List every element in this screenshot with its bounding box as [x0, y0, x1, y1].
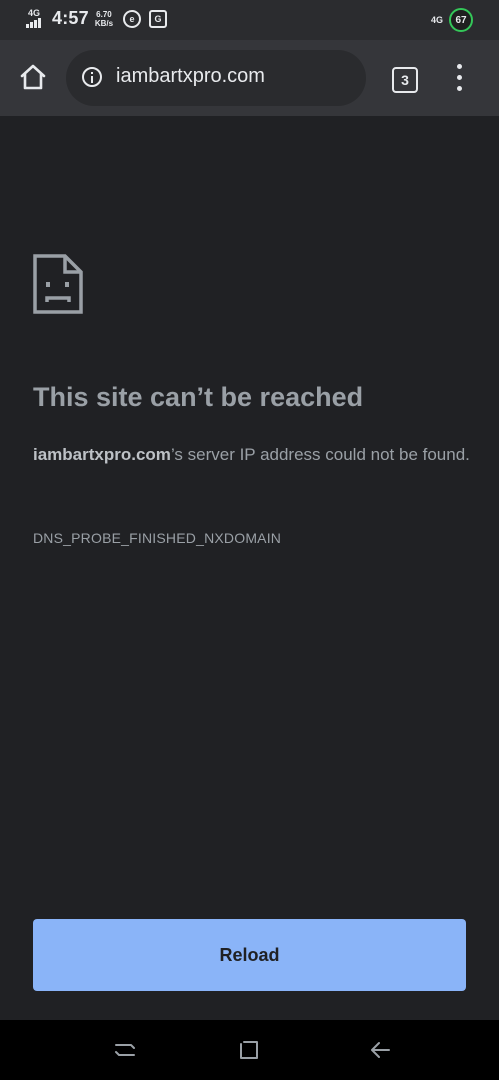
error-title: This site can’t be reached — [33, 382, 364, 412]
error-code[interactable]: DNS_PROBE_FINISHED_NXDOMAIN — [33, 530, 281, 546]
network-speed: 6.70 KB/s — [95, 10, 113, 28]
navigation-bar — [0, 1020, 499, 1080]
notification-e-icon: e — [123, 9, 142, 28]
tab-switcher-button[interactable]: 3 — [392, 67, 418, 93]
speed-unit: KB/s — [94, 18, 114, 28]
status-left: 4G 4:57 6.70 KB/s e G — [26, 7, 168, 29]
home-nav-button[interactable] — [237, 1038, 261, 1062]
error-message: iambartxpro.com’s server IP address coul… — [33, 438, 473, 472]
info-icon[interactable] — [82, 67, 102, 87]
signal-icon: 4G — [26, 7, 46, 29]
network-type-right: 4G — [430, 14, 443, 25]
home-icon — [20, 64, 46, 90]
home-button[interactable] — [18, 62, 48, 92]
network-type-left: 4G — [28, 7, 41, 18]
omnibox[interactable]: iambartxpro.com — [66, 50, 366, 106]
back-arrow-icon — [371, 1042, 390, 1058]
recents-button[interactable] — [113, 1038, 137, 1062]
error-host: iambartxpro.com — [33, 445, 171, 464]
notification-translate-icon: G — [149, 9, 168, 28]
error-message-text: ’s server IP address could not be found. — [170, 445, 470, 464]
status-bar: 4G 4:57 6.70 KB/s e G 4G 67 — [0, 0, 499, 40]
back-button[interactable] — [368, 1038, 392, 1062]
home-square-icon — [240, 1041, 258, 1059]
status-right: 4G 67 — [431, 8, 473, 32]
error-page: This site can’t be reached iambartxpro.c… — [0, 116, 499, 1020]
battery-indicator: 67 — [449, 8, 473, 32]
url-text[interactable]: iambartxpro.com — [116, 65, 265, 88]
speed-value: 6.70 — [96, 9, 112, 19]
browser-toolbar: iambartxpro.com 3 — [0, 40, 499, 116]
clock: 4:57 — [52, 8, 89, 28]
sad-document-icon — [33, 254, 83, 314]
more-vert-icon[interactable] — [450, 64, 470, 92]
reload-button[interactable]: Reload — [33, 919, 466, 991]
phone-screen: 4G 4:57 6.70 KB/s e G 4G 67 iambartxpro.… — [0, 0, 499, 1080]
recents-icon — [115, 1044, 135, 1056]
